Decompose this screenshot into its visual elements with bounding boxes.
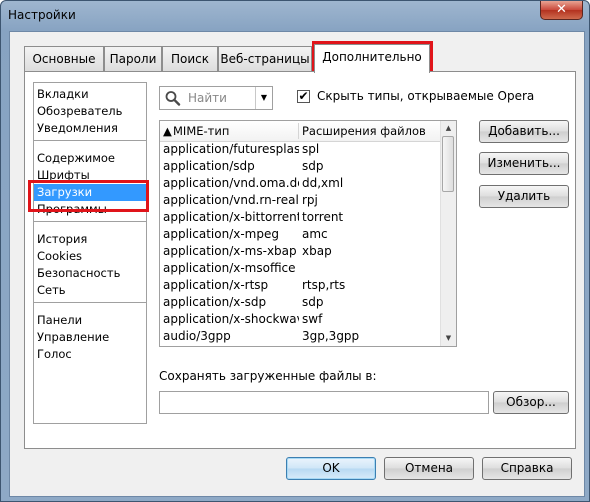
settings-window: Настройки ✕ Основные Пароли Поиск Веб-ст… xyxy=(0,0,590,502)
sidebar-item-notifications[interactable]: Уведомления xyxy=(34,120,146,137)
extensions-cell: rpj xyxy=(302,193,318,207)
nav-group-1: Вкладки Обозреватель Уведомления xyxy=(34,83,146,141)
extensions-cell: rtsp,rts xyxy=(302,278,346,292)
sidebar-item-tabs[interactable]: Вкладки xyxy=(34,86,146,103)
table-header: ▲ MIME-тип Расширения файлов xyxy=(160,121,442,142)
nav-group-3: История Cookies Безопасность Сеть xyxy=(34,222,146,303)
sidebar-item-history[interactable]: История xyxy=(34,231,146,248)
magnifier-icon xyxy=(164,90,182,106)
download-path-input[interactable] xyxy=(159,391,489,414)
table-row[interactable]: application/futuresplash spl xyxy=(160,141,442,158)
delete-button[interactable]: Удалить xyxy=(479,185,569,208)
mime-type-cell: application/x-bittorrent xyxy=(163,210,299,224)
tab-advanced[interactable]: Дополнительно xyxy=(314,44,430,73)
mime-type-cell: application/vnd.rn-realp... xyxy=(163,193,299,207)
sidebar-item-security[interactable]: Безопасность xyxy=(34,265,146,282)
title-bar[interactable]: Настройки ✕ xyxy=(1,1,589,31)
sidebar-item-browsing[interactable]: Обозреватель xyxy=(34,103,146,120)
sidebar-nav: Вкладки Обозреватель Уведомления Содержи… xyxy=(33,82,147,424)
column-header-mime[interactable]: MIME-тип xyxy=(173,124,229,138)
extensions-cell: amc xyxy=(302,227,328,241)
extensions-cell: torrent xyxy=(302,210,344,224)
mime-type-cell: application/x-ms-xbap xyxy=(163,244,297,258)
sidebar-item-toolbars[interactable]: Панели xyxy=(34,312,146,329)
scroll-up-icon[interactable]: ▲ xyxy=(441,121,456,136)
extensions-cell: dd,xml xyxy=(302,176,344,190)
advanced-panel: Вкладки Обозреватель Уведомления Содержи… xyxy=(24,71,576,449)
mime-type-cell: application/x-shockwav... xyxy=(163,312,299,326)
add-button[interactable]: Добавить... xyxy=(479,120,569,143)
mime-type-cell: application/x-rtsp xyxy=(163,278,269,292)
table-row[interactable]: application/sdp sdp xyxy=(160,158,442,175)
scroll-down-icon[interactable]: ▼ xyxy=(441,331,456,346)
column-divider xyxy=(298,123,299,139)
extensions-cell: xbap xyxy=(302,244,332,258)
table-row[interactable]: audio/3gpp 3gp,3gpp xyxy=(160,328,442,345)
extensions-cell: 3gp,3gpp xyxy=(302,329,360,343)
chevron-down-icon[interactable]: ▼ xyxy=(255,87,272,109)
table-row[interactable]: application/vnd.oma.dd...dd,xml xyxy=(160,175,442,192)
ok-button[interactable]: OK xyxy=(286,457,376,480)
tab-main[interactable]: Основные xyxy=(24,46,104,72)
browse-button[interactable]: Обзор... xyxy=(493,391,569,414)
edit-button[interactable]: Изменить... xyxy=(479,152,569,175)
hide-opera-types-label: Скрыть типы, открываемые Opera xyxy=(317,89,535,103)
mime-type-cell: application/x-msoffice xyxy=(163,261,296,275)
table-row[interactable]: application/vnd.rn-realp...rpj xyxy=(160,192,442,209)
sidebar-item-voice[interactable]: Голос xyxy=(34,346,146,363)
window-title: Настройки xyxy=(8,8,76,22)
cancel-button[interactable]: Отмена xyxy=(384,457,474,480)
table-row[interactable]: application/x-mpeg amc xyxy=(160,226,442,243)
column-header-extensions[interactable]: Расширения файлов xyxy=(302,124,426,138)
search-field[interactable]: Найти ▼ xyxy=(159,86,273,110)
close-button[interactable]: ✕ xyxy=(540,1,583,20)
table-row[interactable]: application/x-bittorrent torrent xyxy=(160,209,442,226)
mime-type-cell: application/vnd.oma.dd... xyxy=(163,176,299,190)
extensions-cell: spl xyxy=(302,142,320,156)
extensions-cell: sdp xyxy=(302,159,324,173)
sidebar-item-shortcuts[interactable]: Управление xyxy=(34,329,146,346)
mime-type-cell: application/futuresplash xyxy=(163,142,299,156)
hide-opera-types-checkbox[interactable]: ✔ xyxy=(297,90,310,103)
extensions-cell: sdp xyxy=(302,295,324,309)
mime-type-cell: application/sdp xyxy=(163,159,255,173)
save-downloads-label: Сохранять загруженные файлы в: xyxy=(159,369,377,383)
extensions-cell: swf xyxy=(302,312,323,326)
mime-type-cell: application/x-sdp xyxy=(163,295,267,309)
table-row[interactable]: application/x-ms-xbap xbap xyxy=(160,243,442,260)
mime-types-table: ▲ MIME-тип Расширения файлов application… xyxy=(159,120,457,347)
help-button[interactable]: Справка xyxy=(482,457,572,480)
sidebar-item-cookies[interactable]: Cookies xyxy=(34,248,146,265)
table-scrollbar[interactable]: ▲ ▼ xyxy=(440,121,456,346)
table-body: application/futuresplash spl application/s… xyxy=(160,141,442,345)
table-row[interactable]: application/x-msoffice xyxy=(160,260,442,277)
mime-type-cell: application/x-mpeg xyxy=(163,227,279,241)
tab-passwords[interactable]: Пароли xyxy=(104,46,162,72)
tab-search[interactable]: Поиск xyxy=(162,46,218,72)
scroll-thumb[interactable] xyxy=(442,136,454,192)
mime-type-cell: audio/3gpp xyxy=(163,329,231,343)
sidebar-item-content[interactable]: Содержимое xyxy=(34,150,146,167)
sidebar-item-network[interactable]: Сеть xyxy=(34,282,146,299)
search-placeholder: Найти xyxy=(188,91,227,105)
tab-web-pages[interactable]: Веб-страницы xyxy=(218,46,312,72)
table-row[interactable]: application/x-shockwav...swf xyxy=(160,311,442,328)
close-icon: ✕ xyxy=(556,2,567,17)
downloads-highlight xyxy=(28,180,149,212)
table-row[interactable]: application/x-sdp sdp xyxy=(160,294,442,311)
sort-asc-icon: ▲ xyxy=(163,124,172,138)
table-row[interactable]: application/x-rtsp rtsp,rts xyxy=(160,277,442,294)
dialog-client-area: Основные Пароли Поиск Веб-страницы Допол… xyxy=(9,31,585,497)
nav-group-4: Панели Управление Голос xyxy=(34,303,146,366)
